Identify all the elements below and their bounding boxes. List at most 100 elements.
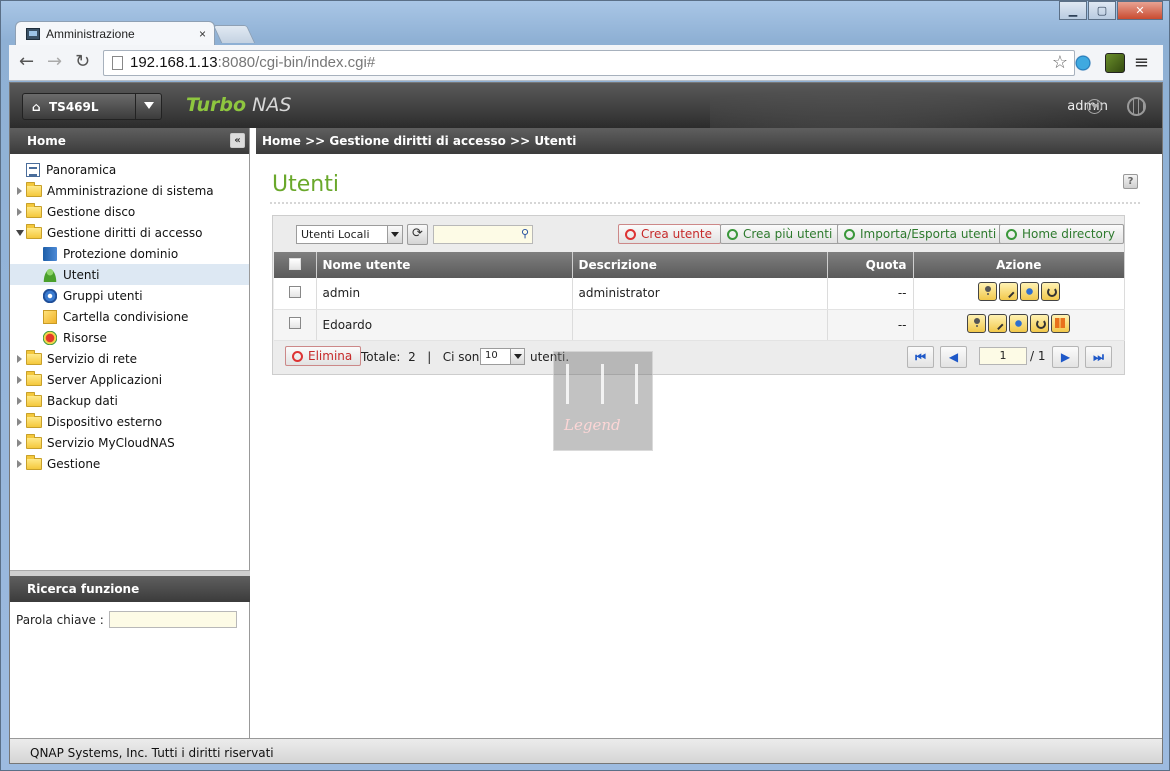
pagination-bar: Elimina Totale: 2 | Ci sono 10 utenti. ⏮…: [273, 342, 1124, 372]
help-icon[interactable]: ?: [1123, 174, 1138, 189]
nas-header: ⌂ TS469L Turbo NAS admin: [10, 83, 1162, 128]
tree-item-dispositivo-esterno[interactable]: Dispositivo esterno: [10, 411, 249, 432]
sidebar-header: Home «: [10, 128, 249, 154]
domain-icon: [43, 246, 57, 261]
next-page-button[interactable]: ▶: [1052, 346, 1079, 368]
user-actions-cell: [913, 278, 1125, 310]
edit-privileges-icon[interactable]: [1040, 282, 1060, 302]
edit-group-icon[interactable]: [1019, 282, 1039, 302]
expand-icon[interactable]: [17, 439, 22, 447]
change-password-icon[interactable]: [977, 282, 997, 302]
collapse-icon[interactable]: «: [230, 133, 245, 148]
column-header-quota[interactable]: Quota: [827, 252, 914, 278]
minimize-button[interactable]: ▁: [1059, 1, 1087, 20]
page-number-input[interactable]: 1: [979, 347, 1027, 365]
expand-icon[interactable]: [17, 376, 22, 384]
table-row[interactable]: admin administrator --: [274, 278, 1125, 310]
tree-item-gestione[interactable]: Gestione: [10, 453, 249, 474]
change-password-icon[interactable]: [967, 313, 987, 333]
delete-button[interactable]: Elimina: [285, 346, 362, 366]
first-page-button[interactable]: ⏮: [907, 346, 934, 368]
tree-item-server-applicazioni[interactable]: Server Applicazioni: [10, 369, 249, 390]
total-count: Totale: 2 | Ci sono: [361, 350, 487, 364]
expand-icon[interactable]: [17, 460, 22, 468]
tree-item-gestione-diritti[interactable]: Gestione diritti di accesso: [10, 222, 249, 243]
tree-item-gruppi-utenti[interactable]: Gruppi utenti: [10, 285, 249, 306]
tree-item-amministrazione-sistema[interactable]: Amministrazione di sistema: [10, 180, 249, 201]
tree-item-mycloudnas[interactable]: Servizio MyCloudNAS: [10, 432, 249, 453]
tree-item-panoramica[interactable]: Panoramica: [10, 159, 249, 180]
new-tab-button[interactable]: [212, 25, 256, 43]
language-globe-icon[interactable]: [1127, 97, 1146, 116]
tab-title: Amministrazione: [46, 27, 135, 41]
tree-item-gestione-disco[interactable]: Gestione disco: [10, 201, 249, 222]
collapse-tree-icon[interactable]: [16, 230, 24, 236]
refresh-button[interactable]: ⟳: [407, 224, 428, 245]
function-search-panel: Ricerca funzione Parola chiave :: [10, 570, 250, 738]
chevron-down-icon: [387, 226, 402, 243]
tree-item-servizio-rete[interactable]: Servizio di rete: [10, 348, 249, 369]
prev-page-button[interactable]: ◀: [940, 346, 967, 368]
bookmark-star-icon[interactable]: ☆: [1052, 52, 1068, 73]
import-export-users-button[interactable]: Importa/Esporta utenti: [837, 224, 1006, 244]
tree-item-risorse[interactable]: Risorse: [10, 327, 249, 348]
expand-icon[interactable]: [17, 187, 22, 195]
row-select-cell: [274, 309, 317, 341]
column-header-description[interactable]: Descrizione: [572, 252, 828, 278]
brand-logo: Turbo NAS: [186, 94, 292, 116]
create-multiple-users-button[interactable]: Crea più utenti: [720, 224, 842, 244]
edit-profile-icon[interactable]: [998, 282, 1018, 302]
maximize-button[interactable]: ▢: [1088, 1, 1116, 20]
expand-icon[interactable]: [17, 208, 22, 216]
page-total: / 1: [1030, 349, 1046, 363]
user-menu[interactable]: admin: [1067, 99, 1108, 114]
folder-icon: [26, 202, 42, 218]
tree-item-backup-dati[interactable]: Backup dati: [10, 390, 249, 411]
users-table: Nome utente Descrizione Quota Azione adm…: [274, 252, 1125, 341]
main-content: Home >> Gestione diritti di accesso >> U…: [256, 128, 1162, 738]
user-menu-chevron-icon[interactable]: [1087, 99, 1102, 114]
keyword-input[interactable]: [108, 611, 237, 628]
navigation-tree: Panoramica Amministrazione di sistema Ge…: [10, 154, 249, 474]
edit-group-icon[interactable]: [1009, 313, 1029, 333]
model-selector[interactable]: ⌂ TS469L: [22, 93, 162, 120]
last-page-button[interactable]: ⏭: [1085, 346, 1112, 368]
reload-icon[interactable]: ↻: [75, 53, 90, 71]
table-row[interactable]: Edoardo --: [274, 309, 1125, 341]
row-checkbox[interactable]: [288, 285, 301, 298]
add-icon: [625, 229, 636, 240]
user-search-input[interactable]: ⚲: [433, 225, 533, 244]
tree-item-protezione-dominio[interactable]: Protezione dominio: [10, 243, 249, 264]
add-icon: [1006, 229, 1017, 240]
users-grid-panel: Utenti Locali ⟳ ⚲ Crea utente Crea più u…: [272, 215, 1125, 375]
create-user-button[interactable]: Crea utente: [618, 224, 721, 244]
expand-icon[interactable]: [17, 397, 22, 405]
skype-extension-icon[interactable]: [1073, 53, 1093, 73]
folder-icon: [26, 454, 42, 470]
browser-tab[interactable]: Amministrazione ×: [15, 21, 215, 47]
expand-icon[interactable]: [17, 418, 22, 426]
column-header-name[interactable]: Nome utente: [316, 252, 573, 278]
tab-close-icon[interactable]: ×: [199, 27, 206, 41]
group-icon: [43, 288, 57, 303]
back-arrow-icon[interactable]: ←: [19, 53, 34, 71]
expand-icon[interactable]: [17, 355, 22, 363]
row-checkbox[interactable]: [288, 317, 301, 329]
chevron-down-icon: [510, 349, 524, 364]
edit-profile-icon[interactable]: [988, 313, 1008, 333]
home-directory-button[interactable]: Home directory: [999, 224, 1124, 244]
nas-app: ⌂ TS469L Turbo NAS admin Home « Panorami…: [9, 82, 1163, 764]
select-all-checkbox[interactable]: [288, 257, 301, 270]
edit-privileges-icon[interactable]: [1030, 313, 1050, 333]
close-window-button[interactable]: ✕: [1117, 1, 1163, 20]
browser-menu-icon[interactable]: ≡: [1134, 52, 1149, 73]
address-bar[interactable]: 192.168.1.13:8080/cgi-bin/index.cgi# ☆: [103, 50, 1075, 76]
extension-icon[interactable]: [1105, 53, 1125, 73]
tree-item-cartella-condivisione[interactable]: Cartella condivisione: [10, 306, 249, 327]
tree-item-utenti[interactable]: Utenti: [10, 264, 249, 285]
forward-arrow-icon[interactable]: →: [47, 53, 62, 71]
application-privilege-icon[interactable]: [1051, 313, 1071, 333]
row-select-cell: [274, 278, 317, 310]
user-type-select[interactable]: Utenti Locali: [296, 225, 403, 244]
page-size-select[interactable]: 10: [480, 348, 525, 365]
